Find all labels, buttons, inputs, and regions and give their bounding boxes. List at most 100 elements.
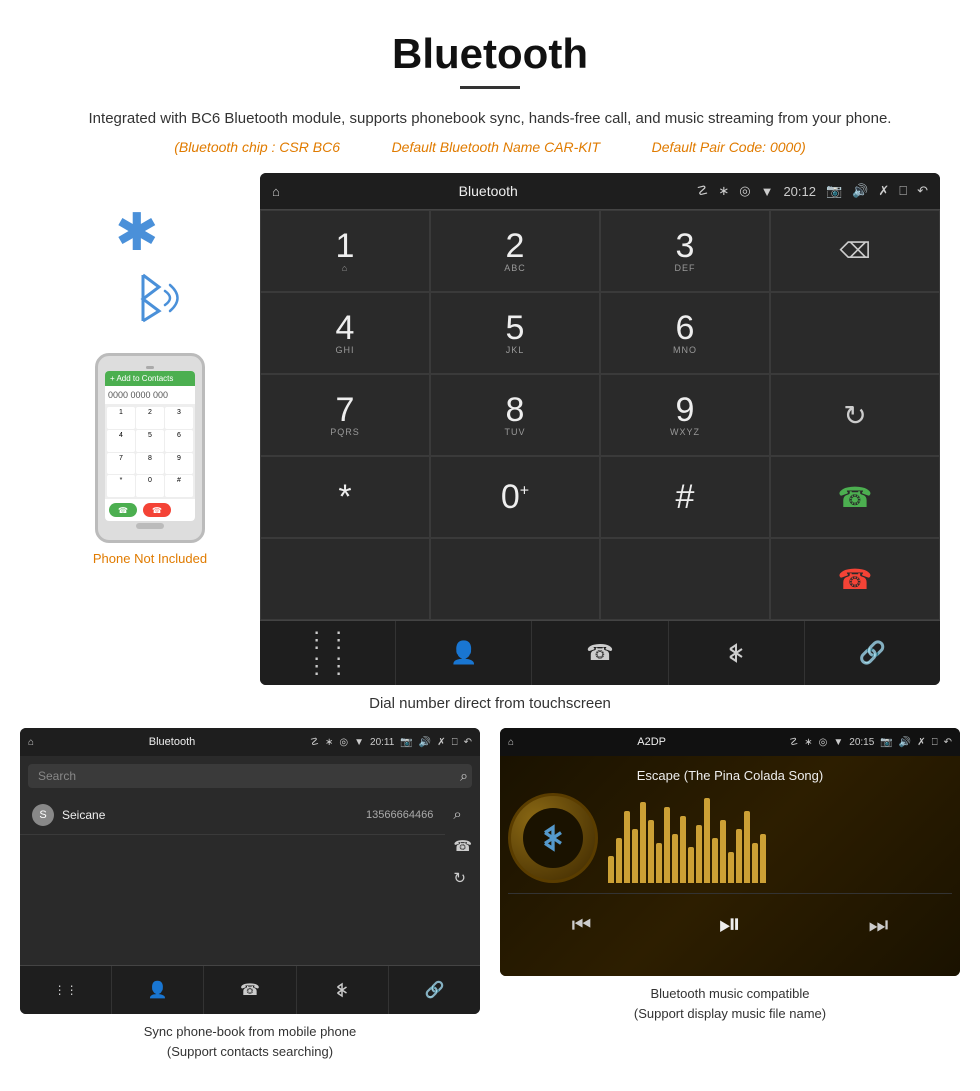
gps-icon: ◎: [739, 183, 750, 199]
music-sig: ▼: [833, 737, 843, 748]
dial-key-3[interactable]: 3 DEF: [600, 210, 770, 292]
dial-key-2[interactable]: 2 ABC: [430, 210, 600, 292]
main-section: ✱ + Add to Contacts 0000 0000 000 1: [0, 173, 980, 685]
bottom-row: ⌂ Bluetooth ☡ ∗ ◎ ▼ 20:11 📷 🔊 ✗ ⎕ ↶ Sear…: [0, 728, 980, 1061]
contact-list: S Seicane 13566664466: [20, 796, 445, 897]
phonebook-bottombar: ⋮⋮ 👤 ☎ 🔗: [20, 965, 480, 1014]
music-x: ✗: [917, 737, 925, 748]
phonebook-spacer: [20, 897, 480, 957]
album-inner: [523, 808, 583, 868]
dial-backspace[interactable]: ⌫: [770, 210, 940, 292]
phonebook-caption: Sync phone-book from mobile phone(Suppor…: [144, 1022, 356, 1061]
mini-vol: 🔊: [419, 737, 431, 748]
search-icon: ⌕: [460, 768, 468, 785]
signal-icon: ▼: [761, 184, 774, 199]
dial-empty-2: [260, 538, 430, 620]
bluetooth-icon: ✱: [115, 203, 159, 263]
music-main-area: Escape (The Pina Colada Song): [500, 756, 960, 976]
screen-title: Bluetooth: [290, 183, 687, 199]
search-bar[interactable]: Search: [28, 764, 472, 788]
close-icon: ✗: [878, 183, 889, 199]
phone-not-included-label: Phone Not Included: [93, 551, 207, 566]
album-art: [508, 793, 598, 883]
music-controls: ⏮ ⏯ ⏭: [508, 893, 952, 945]
dial-key-star[interactable]: *: [260, 456, 430, 538]
pb-phone-icon[interactable]: ☎: [204, 966, 296, 1014]
pb-person-icon[interactable]: 👤: [112, 966, 204, 1014]
dial-call-button[interactable]: ☎: [770, 456, 940, 538]
pb-grid-icon[interactable]: ⋮⋮: [20, 966, 112, 1014]
dial-key-4[interactable]: 4 GHI: [260, 292, 430, 374]
bluetooth-signal-icon: [115, 263, 185, 333]
search-placeholder: Search: [38, 769, 76, 783]
dial-key-0[interactable]: 0+: [430, 456, 600, 538]
contacts-icon[interactable]: 👤: [396, 621, 532, 685]
bt-status-icon: ∗: [718, 183, 729, 199]
dialpad-grid-icon[interactable]: ⋮⋮⋮⋮: [260, 621, 396, 685]
volume-icon: 🔊: [852, 183, 868, 199]
phone-speaker: [146, 366, 154, 369]
music-panel: ⌂ A2DP ☡ ∗ ◎ ▼ 20:15 📷 🔊 ✗ ⎕ ↶ Escape (T…: [500, 728, 960, 1061]
music-usb: ☡: [789, 737, 798, 748]
contact-avatar: S: [32, 804, 54, 826]
phone-side-icon: ☎: [453, 837, 472, 855]
play-pause-button[interactable]: ⏯: [719, 908, 741, 941]
mini-win: ⎕: [452, 737, 458, 748]
dial-empty-1: [770, 292, 940, 374]
phonebook-topbar: ⌂ Bluetooth ☡ ∗ ◎ ▼ 20:11 📷 🔊 ✗ ⎕ ↶: [20, 728, 480, 756]
page-title: Bluetooth: [0, 0, 980, 86]
dial-key-6[interactable]: 6 MNO: [600, 292, 770, 374]
link-icon[interactable]: 🔗: [805, 621, 940, 685]
dial-end-button[interactable]: ☎: [770, 538, 940, 620]
right-icons: ⌕ ☎ ↻: [445, 796, 480, 897]
music-win: ⎕: [932, 737, 938, 748]
next-track-button[interactable]: ⏭: [869, 912, 889, 938]
dial-key-hash[interactable]: #: [600, 456, 770, 538]
contact-name: Seicane: [62, 808, 366, 822]
bluetooth-icon-container: ✱: [115, 203, 185, 333]
camera-icon: 📷: [826, 183, 842, 199]
mini-back: ↶: [464, 737, 472, 748]
music-caption: Bluetooth music compatible(Support displ…: [634, 984, 826, 1023]
contact-phone: 13566664466: [366, 809, 433, 821]
dial-key-5[interactable]: 5 JKL: [430, 292, 600, 374]
music-screen: ⌂ A2DP ☡ ∗ ◎ ▼ 20:15 📷 🔊 ✗ ⎕ ↶ Escape (T…: [500, 728, 960, 976]
mini-home-icon: ⌂: [28, 737, 34, 748]
pb-link-icon[interactable]: 🔗: [389, 966, 480, 1014]
mini-x: ✗: [437, 737, 445, 748]
mini-bt-icon: ∗: [325, 737, 333, 748]
music-song-title: Escape (The Pina Colada Song): [637, 768, 823, 783]
music-topbar: ⌂ A2DP ☡ ∗ ◎ ▼ 20:15 📷 🔊 ✗ ⎕ ↶: [500, 728, 960, 756]
dial-empty-4: [600, 538, 770, 620]
dial-key-8[interactable]: 8 TUV: [430, 374, 600, 456]
dial-key-9[interactable]: 9 WXYZ: [600, 374, 770, 456]
android-topbar: ⌂ Bluetooth ☡ ∗ ◎ ▼ 20:12 📷 🔊 ✗ ⎕ ↶: [260, 173, 940, 209]
home-icon: ⌂: [272, 184, 280, 199]
contact-item[interactable]: S Seicane 13566664466: [20, 796, 445, 835]
bluetooth-bottom-icon[interactable]: [669, 621, 805, 685]
music-screen-title: A2DP: [520, 736, 783, 748]
spec-code: Default Pair Code: 0000): [652, 139, 806, 155]
mini-time: 20:11: [370, 737, 394, 748]
phonebook-screen: ⌂ Bluetooth ☡ ∗ ◎ ▼ 20:11 📷 🔊 ✗ ⎕ ↶ Sear…: [20, 728, 480, 1014]
pb-bt-icon[interactable]: [297, 966, 389, 1014]
music-content-row: [508, 793, 952, 883]
dial-key-7[interactable]: 7 PQRS: [260, 374, 430, 456]
phone-column: ✱ + Add to Contacts 0000 0000 000 1: [40, 173, 260, 566]
title-divider: [460, 86, 520, 89]
dial-empty-3: [430, 538, 600, 620]
phone-home-btn: [136, 523, 164, 529]
prev-track-button[interactable]: ⏮: [572, 912, 592, 938]
phone-icon[interactable]: ☎: [532, 621, 668, 685]
music-cam: 📷: [880, 737, 892, 748]
phone-dialpad: 1 2 3 4 5 6 7 8 9 * 0 #: [105, 405, 195, 499]
phonebook-screen-wrap: ⌂ Bluetooth ☡ ∗ ◎ ▼ 20:11 📷 🔊 ✗ ⎕ ↶ Sear…: [20, 728, 480, 1014]
dial-key-1[interactable]: 1 ⌂: [260, 210, 430, 292]
phonebook-panel: ⌂ Bluetooth ☡ ∗ ◎ ▼ 20:11 📷 🔊 ✗ ⎕ ↶ Sear…: [20, 728, 480, 1061]
usb-icon: ☡: [697, 183, 709, 199]
phone-mockup: + Add to Contacts 0000 0000 000 1 2 3 4 …: [95, 353, 205, 543]
music-visualizer: [608, 793, 952, 883]
back-icon: ↶: [917, 183, 928, 199]
dial-refresh[interactable]: ↻: [770, 374, 940, 456]
music-home-icon: ⌂: [508, 737, 514, 748]
